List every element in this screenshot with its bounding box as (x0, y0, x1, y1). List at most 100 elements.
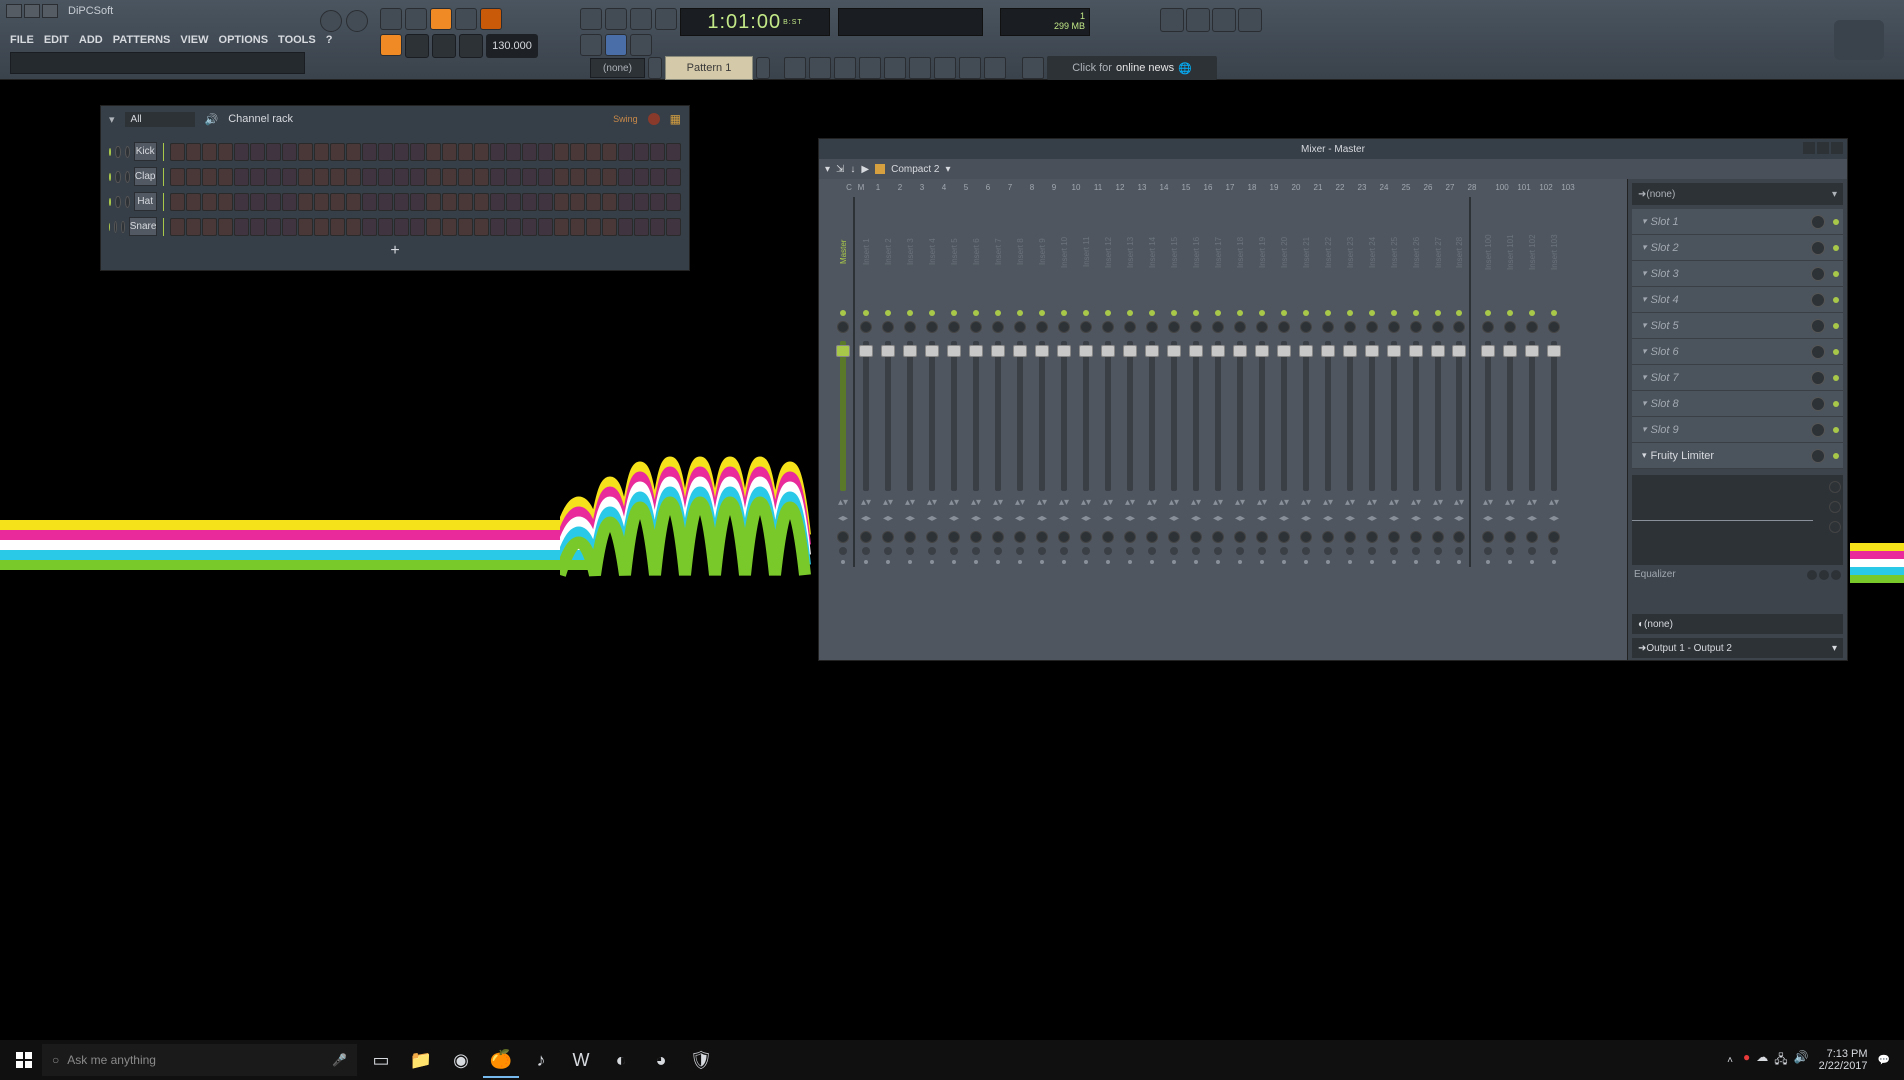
plugin-db-button[interactable] (909, 57, 931, 79)
arrange-button[interactable] (984, 57, 1006, 79)
track-send-knob[interactable] (1080, 531, 1092, 543)
snap-icon[interactable] (580, 34, 602, 56)
track-route-dot[interactable] (1016, 547, 1024, 555)
track-mute-led[interactable] (995, 310, 1001, 316)
track-pan-knob[interactable] (970, 321, 982, 333)
fx-slot-empty[interactable]: ▾Slot 7 (1632, 365, 1843, 391)
track-pan-knob[interactable] (948, 321, 960, 333)
fx-enable-led[interactable] (1833, 245, 1839, 251)
track-target-dot[interactable] (1486, 560, 1490, 564)
step-button[interactable] (490, 193, 505, 211)
stereo-sep-icon[interactable]: ▴▾ (1323, 497, 1333, 513)
track-fader[interactable] (1391, 341, 1397, 491)
live-icon[interactable] (630, 34, 652, 56)
stereo-sep-icon[interactable]: ▴▾ (949, 497, 959, 513)
step-button[interactable] (570, 218, 585, 236)
stereo-sep-icon[interactable]: ▴▾ (1411, 497, 1421, 513)
track-fader[interactable] (1303, 341, 1309, 491)
fx-mix-knob[interactable] (1811, 267, 1825, 281)
step-button[interactable] (234, 168, 249, 186)
track-index[interactable]: 20 (1285, 183, 1307, 197)
track-mute-led[interactable] (1507, 310, 1513, 316)
step-button[interactable] (618, 193, 633, 211)
track-fader[interactable] (1551, 341, 1557, 491)
track-send-knob[interactable] (1212, 531, 1224, 543)
insert-track[interactable]: Insert 23▴▾◂▸ (1339, 197, 1361, 567)
stereo-sep-icon[interactable]: ▴▾ (1169, 497, 1179, 513)
fx-mix-knob[interactable] (1811, 345, 1825, 359)
stereo-sep-icon[interactable]: ▴▾ (1389, 497, 1399, 513)
step-button[interactable] (426, 143, 441, 161)
step-button[interactable] (474, 143, 489, 161)
step-button[interactable] (586, 168, 601, 186)
track-route-dot[interactable] (1192, 547, 1200, 555)
track-fader[interactable] (863, 341, 869, 491)
insert-track[interactable]: Insert 19▴▾◂▸ (1251, 197, 1273, 567)
stereo-sep-icon[interactable]: ▴▾ (1483, 497, 1493, 513)
track-route-dot[interactable] (1550, 547, 1558, 555)
fx-enable-led[interactable] (1833, 323, 1839, 329)
insert-track[interactable]: Insert 12▴▾◂▸ (1097, 197, 1119, 567)
typing-kb-icon[interactable] (655, 8, 677, 30)
track-target-dot[interactable] (952, 560, 956, 564)
track-mute-led[interactable] (1369, 310, 1375, 316)
track-fader[interactable] (1529, 341, 1535, 491)
step-edit-icon[interactable] (580, 8, 602, 30)
step-button[interactable] (362, 193, 377, 211)
track-index[interactable]: 27 (1439, 183, 1461, 197)
track-send-knob[interactable] (1322, 531, 1334, 543)
step-button[interactable] (634, 168, 649, 186)
stop-button[interactable] (432, 34, 456, 58)
step-button[interactable] (458, 168, 473, 186)
stereo-sep-icon[interactable]: ▴▾ (1301, 497, 1311, 513)
record-button[interactable] (459, 34, 483, 58)
track-route-dot[interactable] (1302, 547, 1310, 555)
mixer-wave-icon[interactable]: ↓ (850, 164, 855, 175)
track-send-knob[interactable] (1014, 531, 1026, 543)
track-fx-icon[interactable]: ◂▸ (883, 513, 893, 529)
track-pan-knob[interactable] (1190, 321, 1202, 333)
track-route-dot[interactable] (1214, 547, 1222, 555)
insert-track[interactable]: Insert 2▴▾◂▸ (877, 197, 899, 567)
pattern-selector[interactable]: Pattern 1 (665, 56, 753, 80)
chevron-down-icon[interactable]: ▾ (945, 164, 950, 175)
track-target-dot[interactable] (1282, 560, 1286, 564)
play-button[interactable] (405, 34, 429, 58)
track-target-dot[interactable] (864, 560, 868, 564)
track-mute-led[interactable] (1391, 310, 1397, 316)
track-fx-icon[interactable]: ◂▸ (927, 513, 937, 529)
track-mute-led[interactable] (1149, 310, 1155, 316)
step-button[interactable] (250, 218, 265, 236)
track-pan-knob[interactable] (1548, 321, 1560, 333)
mixer-routing-icon[interactable]: ⇲ (836, 164, 844, 175)
insert-track[interactable]: Insert 5▴▾◂▸ (943, 197, 965, 567)
stereo-sep-icon[interactable]: ▴▾ (993, 497, 1003, 513)
tray-cloud-icon[interactable]: ☁ (1756, 1050, 1768, 1071)
step-button[interactable] (602, 168, 617, 186)
track-fader[interactable] (1215, 341, 1221, 491)
channel-select-led[interactable] (163, 143, 164, 161)
step-button[interactable] (346, 168, 361, 186)
insert-track[interactable]: Insert 16▴▾◂▸ (1185, 197, 1207, 567)
track-fader[interactable] (907, 341, 913, 491)
audio-settings-icon[interactable] (1212, 8, 1236, 32)
track-index[interactable]: 5 (955, 183, 977, 197)
track-pan-knob[interactable] (1234, 321, 1246, 333)
start-button[interactable] (6, 1042, 42, 1078)
track-mute-led[interactable] (973, 310, 979, 316)
track-index[interactable]: 18 (1241, 183, 1263, 197)
add-channel-button[interactable]: + (109, 242, 681, 262)
track-index[interactable]: 16 (1197, 183, 1219, 197)
track-index[interactable]: 7 (999, 183, 1021, 197)
step-button[interactable] (266, 168, 281, 186)
track-mute-led[interactable] (1127, 310, 1133, 316)
track-pan-knob[interactable] (837, 321, 849, 333)
track-route-dot[interactable] (1528, 547, 1536, 555)
step-button[interactable] (490, 143, 505, 161)
fx-mix-knob[interactable] (1811, 423, 1825, 437)
tray-time[interactable]: 7:13 PM (1819, 1048, 1868, 1060)
stereo-sep-icon[interactable]: ▴▾ (927, 497, 937, 513)
step-button[interactable] (618, 218, 633, 236)
step-button[interactable] (650, 218, 665, 236)
stereo-sep-icon[interactable]: ▴▾ (1015, 497, 1025, 513)
